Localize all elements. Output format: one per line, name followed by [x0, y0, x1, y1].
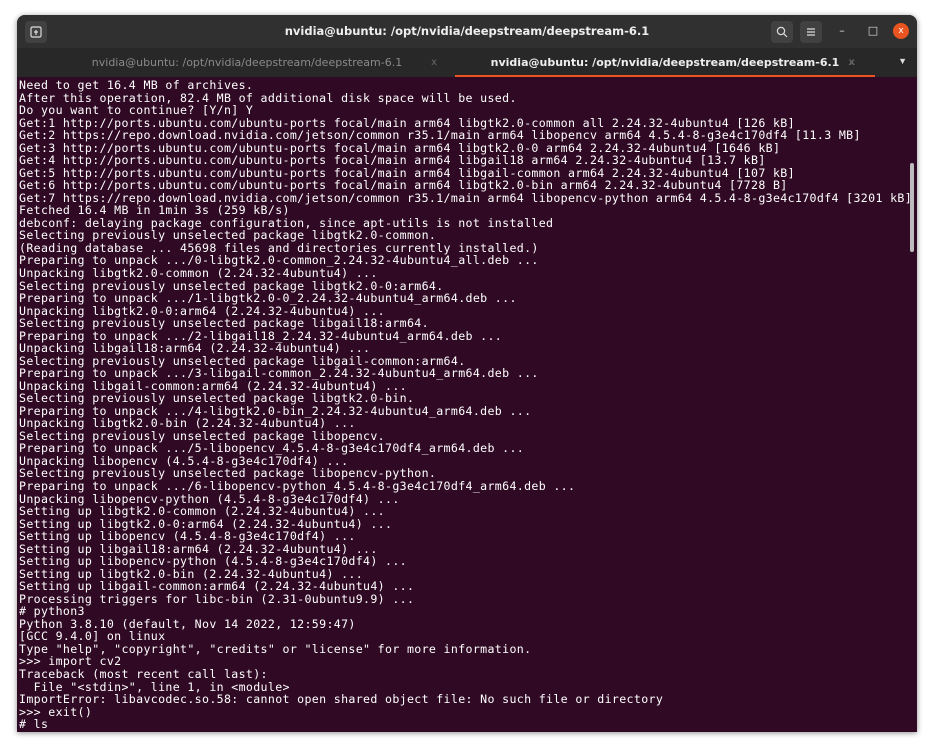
scrollbar[interactable] — [910, 163, 914, 252]
terminal-line: Setting up libgail-common:arm64 (2.24.32… — [19, 579, 415, 594]
search-icon — [776, 26, 788, 38]
terminal-line: Setting up libgtk2.0-common (2.24.32-4ub… — [19, 504, 386, 519]
title-bar: nvidia@ubuntu: /opt/nvidia/deepstream/de… — [17, 15, 917, 48]
terminal-output[interactable]: Need to get 16.4 MB of archives. After th… — [19, 78, 912, 732]
close-button[interactable]: x — [893, 23, 909, 39]
terminal-line: Preparing to unpack .../1-libgtk2.0-0_2.… — [19, 291, 517, 306]
tab-label: nvidia@ubuntu: /opt/nvidia/deepstream/de… — [490, 56, 840, 69]
terminal-line: Processing triggers for libc-bin (2.31-0… — [19, 591, 415, 606]
tab-close-icon[interactable]: x — [431, 48, 437, 77]
terminal-line: # ls — [19, 717, 49, 732]
terminal-line: Get:6 http://ports.ubuntu.com/ubuntu-por… — [19, 178, 788, 193]
terminal-line: Selecting previously unselected package … — [19, 391, 415, 406]
terminal-line: Unpacking libgtk2.0-bin (2.24.32-4ubuntu… — [19, 416, 356, 431]
menu-button[interactable] — [800, 21, 822, 43]
tab-menu-chevron-icon[interactable]: ▼ — [898, 56, 907, 66]
terminal-line: Need to get 16.4 MB of archives. — [19, 78, 254, 92]
minimize-button[interactable]: – — [834, 23, 850, 39]
terminal-line: ImportError: libavcodec.so.58: cannot op… — [19, 692, 664, 707]
tab-bar: nvidia@ubuntu: /opt/nvidia/deepstream/de… — [17, 48, 917, 77]
terminal-line: Unpacking libgtk2.0-common (2.24.32-4ubu… — [19, 265, 378, 280]
terminal-line: Do you want to continue? [Y/n] Y — [19, 103, 254, 118]
search-button[interactable] — [771, 21, 793, 43]
terminal-line: Type "help", "copyright", "credits" or "… — [19, 641, 532, 656]
terminal-line: Selecting previously unselected package … — [19, 316, 429, 331]
tab-label: nvidia@ubuntu: /opt/nvidia/deepstream/de… — [91, 56, 403, 69]
terminal-line: Preparing to unpack .../6-libopencv-pyth… — [19, 479, 576, 493]
terminal-window: nvidia@ubuntu: /opt/nvidia/deepstream/de… — [17, 15, 917, 732]
terminal-line: Traceback (most recent call last): — [19, 666, 268, 681]
tab-1[interactable]: nvidia@ubuntu: /opt/nvidia/deepstream/de… — [37, 48, 457, 77]
maximize-button[interactable]: □ — [865, 23, 881, 39]
terminal-line: # python3 — [19, 604, 85, 619]
hamburger-menu-icon — [807, 28, 815, 36]
tab-close-icon[interactable]: x — [849, 48, 855, 77]
terminal-line: Preparing to unpack .../3-libgail-common… — [19, 366, 539, 381]
terminal-line: Fetched 16.4 MB in 1min 3s (259 kB/s) — [19, 203, 290, 218]
terminal-line: Unpacking libgail18:arm64 (2.24.32-4ubun… — [19, 341, 371, 356]
tab-2[interactable]: nvidia@ubuntu: /opt/nvidia/deepstream/de… — [455, 48, 875, 77]
terminal-line: Get:2 https://repo.download.nvidia.com/j… — [19, 128, 861, 143]
terminal-line: >>> exit() — [19, 704, 93, 719]
terminal-line: Get:4 http://ports.ubuntu.com/ubuntu-por… — [19, 153, 766, 168]
terminal-line: Setting up libopencv (4.5.4-8-g3e4c170df… — [19, 529, 356, 544]
terminal-line: Setting up libopencv-python (4.5.4-8-g3e… — [19, 554, 407, 569]
